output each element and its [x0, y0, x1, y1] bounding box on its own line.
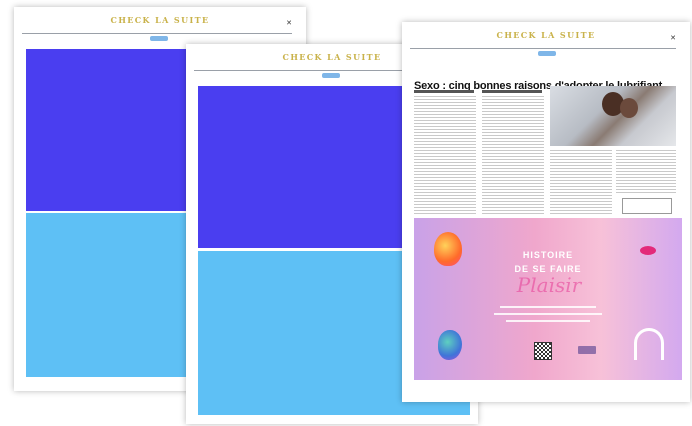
text-column-1 — [414, 96, 476, 216]
close-icon[interactable]: ✕ — [670, 35, 676, 42]
page-header: CHECK LA SUITE ✕ — [14, 7, 306, 47]
header-rule — [410, 48, 676, 49]
info-box — [622, 198, 672, 214]
article-photo — [550, 86, 676, 146]
page-thumbnail-3[interactable]: CHECK LA SUITE ✕ Sexo : cinq bonnes rais… — [402, 22, 690, 402]
page-tab-pill — [538, 51, 556, 56]
masthead: CHECK LA SUITE — [496, 30, 596, 40]
ad-title-line-1: HISTOIRE — [522, 250, 574, 260]
ad-script-word: Plaisir — [516, 273, 582, 297]
photo-person — [620, 98, 638, 118]
ad-logo — [578, 346, 596, 354]
page-tab-pill — [150, 36, 168, 41]
header-rule — [22, 33, 292, 34]
heart-icon — [434, 232, 462, 266]
ad-text-line — [500, 306, 596, 308]
column-subhead — [414, 90, 474, 93]
bean-icon — [438, 330, 462, 360]
qr-code — [534, 342, 552, 360]
ad-text-line — [494, 313, 602, 315]
close-icon[interactable]: ✕ — [286, 20, 292, 27]
ad-text-line — [506, 320, 590, 322]
text-column-3 — [550, 150, 612, 216]
advertisement[interactable]: HISTOIRE DE SE FAIRE Plaisir — [414, 218, 682, 380]
page-tab-pill — [322, 73, 340, 78]
headphones-icon — [634, 328, 664, 360]
masthead: CHECK LA SUITE — [110, 15, 210, 25]
text-column-2 — [482, 96, 544, 216]
text-column-4 — [616, 150, 676, 194]
column-subhead — [482, 90, 542, 93]
page-header: CHECK LA SUITE ✕ — [402, 22, 690, 62]
